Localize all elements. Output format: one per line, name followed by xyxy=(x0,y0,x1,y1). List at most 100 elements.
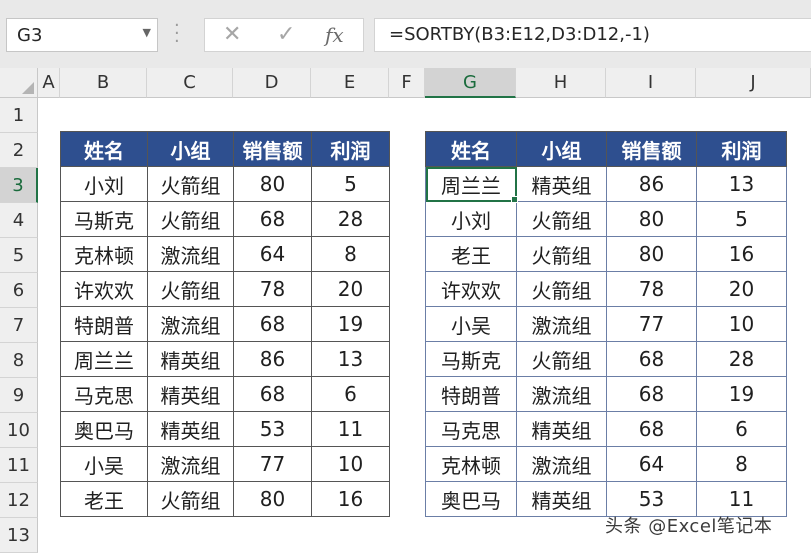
sorted-cell[interactable]: 克林顿 xyxy=(425,446,517,482)
sorted-cell[interactable]: 78 xyxy=(606,271,697,307)
source-cell[interactable]: 马斯克 xyxy=(60,201,148,237)
sorted-cell[interactable]: 13 xyxy=(696,166,787,202)
source-cell[interactable]: 11 xyxy=(311,411,390,447)
source-cell[interactable]: 精英组 xyxy=(147,411,234,447)
source-cell[interactable]: 火箭组 xyxy=(147,271,234,307)
sorted-cell[interactable]: 马斯克 xyxy=(425,341,517,377)
column-header-c[interactable]: C xyxy=(147,68,233,98)
source-cell[interactable]: 16 xyxy=(311,481,390,517)
sorted-cell[interactable]: 16 xyxy=(696,236,787,272)
sorted-cell[interactable]: 68 xyxy=(606,411,697,447)
chevron-down-icon[interactable]: ▼ xyxy=(143,26,151,39)
source-cell[interactable]: 精英组 xyxy=(147,376,234,412)
sorted-cell[interactable]: 老王 xyxy=(425,236,517,272)
source-cell[interactable]: 火箭组 xyxy=(147,201,234,237)
source-cell[interactable]: 激流组 xyxy=(147,236,234,272)
drag-handle-icon[interactable]: · · · xyxy=(174,17,182,51)
sorted-cell[interactable]: 77 xyxy=(606,306,697,342)
source-cell[interactable]: 小吴 xyxy=(60,446,148,482)
source-cell[interactable]: 5 xyxy=(311,166,390,202)
source-cell[interactable]: 6 xyxy=(311,376,390,412)
sorted-cell[interactable]: 28 xyxy=(696,341,787,377)
source-cell[interactable]: 火箭组 xyxy=(147,166,234,202)
formula-input[interactable]: =SORTBY(B3:E12,D3:D12,-1) xyxy=(374,18,811,52)
sorted-cell[interactable]: 精英组 xyxy=(516,166,607,202)
enter-icon[interactable]: ✓ xyxy=(277,22,295,47)
sorted-cell[interactable]: 激流组 xyxy=(516,376,607,412)
source-cell[interactable]: 86 xyxy=(233,341,312,377)
row-header-12[interactable]: 12 xyxy=(0,483,38,518)
column-header-b[interactable]: B xyxy=(60,68,147,98)
cancel-icon[interactable]: ✕ xyxy=(223,22,241,47)
sorted-cell[interactable]: 激流组 xyxy=(516,446,607,482)
sorted-cell[interactable]: 19 xyxy=(696,376,787,412)
sorted-cell[interactable]: 精英组 xyxy=(516,481,607,517)
sorted-cell[interactable]: 精英组 xyxy=(516,411,607,447)
sorted-cell[interactable]: 小刘 xyxy=(425,201,517,237)
row-header-6[interactable]: 6 xyxy=(0,273,38,308)
source-header-cell[interactable]: 小组 xyxy=(147,131,234,167)
source-cell[interactable]: 80 xyxy=(233,481,312,517)
row-header-10[interactable]: 10 xyxy=(0,413,38,448)
source-cell[interactable]: 激流组 xyxy=(147,446,234,482)
source-cell[interactable]: 许欢欢 xyxy=(60,271,148,307)
row-header-1[interactable]: 1 xyxy=(0,98,38,133)
active-cell[interactable]: 周兰兰 xyxy=(425,166,517,202)
source-header-cell[interactable]: 销售额 xyxy=(233,131,312,167)
sorted-cell[interactable]: 火箭组 xyxy=(516,341,607,377)
source-cell[interactable]: 68 xyxy=(233,306,312,342)
column-header-i[interactable]: I xyxy=(606,68,696,98)
column-header-a[interactable]: A xyxy=(38,68,60,98)
column-header-h[interactable]: H xyxy=(516,68,606,98)
sorted-header-cell[interactable]: 利润 xyxy=(696,131,787,167)
sorted-cell[interactable]: 马克思 xyxy=(425,411,517,447)
source-cell[interactable]: 68 xyxy=(233,201,312,237)
sorted-cell[interactable]: 激流组 xyxy=(516,306,607,342)
source-cell[interactable]: 特朗普 xyxy=(60,306,148,342)
column-header-j[interactable]: J xyxy=(696,68,811,98)
source-header-cell[interactable]: 姓名 xyxy=(60,131,148,167)
sorted-cell[interactable]: 68 xyxy=(606,341,697,377)
row-header-9[interactable]: 9 xyxy=(0,378,38,413)
sorted-cell[interactable]: 奥巴马 xyxy=(425,481,517,517)
source-cell[interactable]: 68 xyxy=(233,376,312,412)
row-header-3[interactable]: 3 xyxy=(0,168,38,203)
sorted-cell[interactable]: 5 xyxy=(696,201,787,237)
insert-function-icon[interactable]: fx xyxy=(325,23,344,47)
sorted-cell[interactable]: 小吴 xyxy=(425,306,517,342)
row-header-13[interactable]: 13 xyxy=(0,518,38,553)
source-cell[interactable]: 19 xyxy=(311,306,390,342)
source-cell[interactable]: 64 xyxy=(233,236,312,272)
source-cell[interactable]: 周兰兰 xyxy=(60,341,148,377)
sorted-cell[interactable]: 火箭组 xyxy=(516,201,607,237)
sorted-cell[interactable]: 8 xyxy=(696,446,787,482)
sorted-cell[interactable]: 20 xyxy=(696,271,787,307)
source-cell[interactable]: 78 xyxy=(233,271,312,307)
column-header-f[interactable]: F xyxy=(389,68,425,98)
source-cell[interactable]: 精英组 xyxy=(147,341,234,377)
row-header-5[interactable]: 5 xyxy=(0,238,38,273)
sorted-cell[interactable]: 80 xyxy=(606,201,697,237)
source-cell[interactable]: 马克思 xyxy=(60,376,148,412)
source-cell[interactable]: 77 xyxy=(233,446,312,482)
sorted-header-cell[interactable]: 姓名 xyxy=(425,131,517,167)
source-cell[interactable]: 80 xyxy=(233,166,312,202)
source-cell[interactable]: 8 xyxy=(311,236,390,272)
fill-handle[interactable] xyxy=(511,196,518,203)
row-header-4[interactable]: 4 xyxy=(0,203,38,238)
source-header-cell[interactable]: 利润 xyxy=(311,131,390,167)
source-cell[interactable]: 克林顿 xyxy=(60,236,148,272)
sorted-cell[interactable]: 68 xyxy=(606,376,697,412)
sorted-cell[interactable]: 80 xyxy=(606,236,697,272)
source-cell[interactable]: 激流组 xyxy=(147,306,234,342)
sorted-header-cell[interactable]: 销售额 xyxy=(606,131,697,167)
name-box[interactable]: G3 ▼ xyxy=(6,18,158,52)
row-header-8[interactable]: 8 xyxy=(0,343,38,378)
row-header-11[interactable]: 11 xyxy=(0,448,38,483)
source-cell[interactable]: 老王 xyxy=(60,481,148,517)
source-cell[interactable]: 10 xyxy=(311,446,390,482)
row-header-7[interactable]: 7 xyxy=(0,308,38,343)
row-header-2[interactable]: 2 xyxy=(0,133,38,168)
source-cell[interactable]: 53 xyxy=(233,411,312,447)
sorted-header-cell[interactable]: 小组 xyxy=(516,131,607,167)
